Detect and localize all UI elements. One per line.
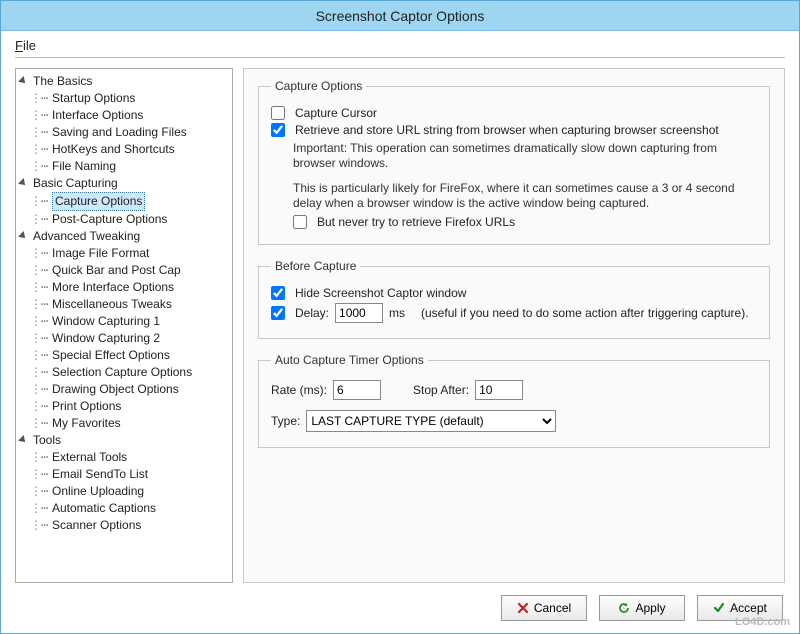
accept-button[interactable]: Accept bbox=[697, 595, 783, 621]
checkbox-delay[interactable] bbox=[271, 306, 285, 320]
refresh-icon bbox=[618, 602, 630, 614]
tree-my-favorites[interactable]: ⋮⋯My Favorites bbox=[18, 415, 230, 432]
x-icon bbox=[517, 602, 529, 614]
tree-more-interface[interactable]: ⋮⋯More Interface Options bbox=[18, 279, 230, 296]
tree-print-options[interactable]: ⋮⋯Print Options bbox=[18, 398, 230, 415]
tree-hotkeys[interactable]: ⋮⋯HotKeys and Shortcuts bbox=[18, 141, 230, 158]
expander-icon[interactable] bbox=[20, 77, 29, 86]
checkbox-retrieve-url[interactable] bbox=[271, 123, 285, 137]
label-ms: ms bbox=[389, 306, 405, 320]
label-delay[interactable]: Delay: bbox=[295, 306, 329, 320]
tree-startup-options[interactable]: ⋮⋯Startup Options bbox=[18, 90, 230, 107]
group-before-capture: Before Capture Hide Screenshot Captor wi… bbox=[258, 259, 770, 339]
tree-scanner-options[interactable]: ⋮⋯Scanner Options bbox=[18, 517, 230, 534]
tree-selection-capture[interactable]: ⋮⋯Selection Capture Options bbox=[18, 364, 230, 381]
options-tree[interactable]: The Basics ⋮⋯Startup Options ⋮⋯Interface… bbox=[15, 68, 233, 583]
input-rate-ms[interactable] bbox=[333, 380, 381, 400]
label-retrieve-url[interactable]: Retrieve and store URL string from brows… bbox=[295, 123, 719, 137]
expander-icon[interactable] bbox=[20, 232, 29, 241]
tree-automatic-captions[interactable]: ⋮⋯Automatic Captions bbox=[18, 500, 230, 517]
check-icon bbox=[713, 602, 725, 614]
legend-before-capture: Before Capture bbox=[271, 259, 360, 273]
checkbox-capture-cursor[interactable] bbox=[271, 106, 285, 120]
tree-post-capture-options[interactable]: ⋮⋯Post-Capture Options bbox=[18, 211, 230, 228]
note-important: Important: This operation can sometimes … bbox=[293, 141, 757, 171]
checkbox-never-firefox[interactable] bbox=[293, 215, 307, 229]
tree-external-tools[interactable]: ⋮⋯External Tools bbox=[18, 449, 230, 466]
tree-window-capturing-2[interactable]: ⋮⋯Window Capturing 2 bbox=[18, 330, 230, 347]
tree-special-effect[interactable]: ⋮⋯Special Effect Options bbox=[18, 347, 230, 364]
legend-capture-options: Capture Options bbox=[271, 79, 366, 93]
menu-file[interactable]: File bbox=[15, 38, 36, 53]
tree-cat-basic-capturing[interactable]: Basic Capturing bbox=[18, 175, 230, 192]
tree-online-uploading[interactable]: ⋮⋯Online Uploading bbox=[18, 483, 230, 500]
checkbox-hide-window[interactable] bbox=[271, 286, 285, 300]
tree-misc-tweaks[interactable]: ⋮⋯Miscellaneous Tweaks bbox=[18, 296, 230, 313]
tree-cat-advanced[interactable]: Advanced Tweaking bbox=[18, 228, 230, 245]
titlebar: Screenshot Captor Options bbox=[1, 1, 799, 31]
tree-capture-options[interactable]: ⋮⋯Capture Options bbox=[18, 192, 230, 211]
tree-drawing-object[interactable]: ⋮⋯Drawing Object Options bbox=[18, 381, 230, 398]
note-firefox: This is particularly likely for FireFox,… bbox=[293, 181, 757, 211]
tree-image-file-format[interactable]: ⋮⋯Image File Format bbox=[18, 245, 230, 262]
group-capture-options: Capture Options Capture Cursor Retrieve … bbox=[258, 79, 770, 245]
tree-saving-loading[interactable]: ⋮⋯Saving and Loading Files bbox=[18, 124, 230, 141]
tree-cat-basics[interactable]: The Basics bbox=[18, 73, 230, 90]
content-panel: Capture Options Capture Cursor Retrieve … bbox=[243, 68, 785, 583]
label-type: Type: bbox=[271, 414, 300, 428]
label-stop-after: Stop After: bbox=[413, 383, 469, 397]
expander-icon[interactable] bbox=[20, 179, 29, 188]
select-capture-type[interactable]: LAST CAPTURE TYPE (default) bbox=[306, 410, 556, 432]
tree-window-capturing-1[interactable]: ⋮⋯Window Capturing 1 bbox=[18, 313, 230, 330]
input-delay-ms[interactable] bbox=[335, 303, 383, 323]
group-auto-capture-timer: Auto Capture Timer Options Rate (ms): St… bbox=[258, 353, 770, 448]
apply-button[interactable]: Apply bbox=[599, 595, 685, 621]
dialog-button-row: Cancel Apply Accept bbox=[1, 589, 799, 633]
tree-quick-bar[interactable]: ⋮⋯Quick Bar and Post Cap bbox=[18, 262, 230, 279]
options-window: Screenshot Captor Options File The Basic… bbox=[0, 0, 800, 634]
body-area: The Basics ⋮⋯Startup Options ⋮⋯Interface… bbox=[1, 58, 799, 589]
tree-interface-options[interactable]: ⋮⋯Interface Options bbox=[18, 107, 230, 124]
label-rate: Rate (ms): bbox=[271, 383, 327, 397]
tree-file-naming[interactable]: ⋮⋯File Naming bbox=[18, 158, 230, 175]
cancel-button[interactable]: Cancel bbox=[501, 595, 587, 621]
expander-icon[interactable] bbox=[20, 436, 29, 445]
label-capture-cursor[interactable]: Capture Cursor bbox=[295, 106, 377, 120]
input-stop-after[interactable] bbox=[475, 380, 523, 400]
hint-delay: (useful if you need to do some action af… bbox=[421, 306, 749, 320]
legend-auto-timer: Auto Capture Timer Options bbox=[271, 353, 428, 367]
tree-email-sendto[interactable]: ⋮⋯Email SendTo List bbox=[18, 466, 230, 483]
menubar: File bbox=[1, 31, 799, 55]
tree-cat-tools[interactable]: Tools bbox=[18, 432, 230, 449]
label-hide-window[interactable]: Hide Screenshot Captor window bbox=[295, 286, 466, 300]
window-title: Screenshot Captor Options bbox=[316, 8, 485, 24]
label-never-firefox[interactable]: But never try to retrieve Firefox URLs bbox=[317, 215, 515, 229]
